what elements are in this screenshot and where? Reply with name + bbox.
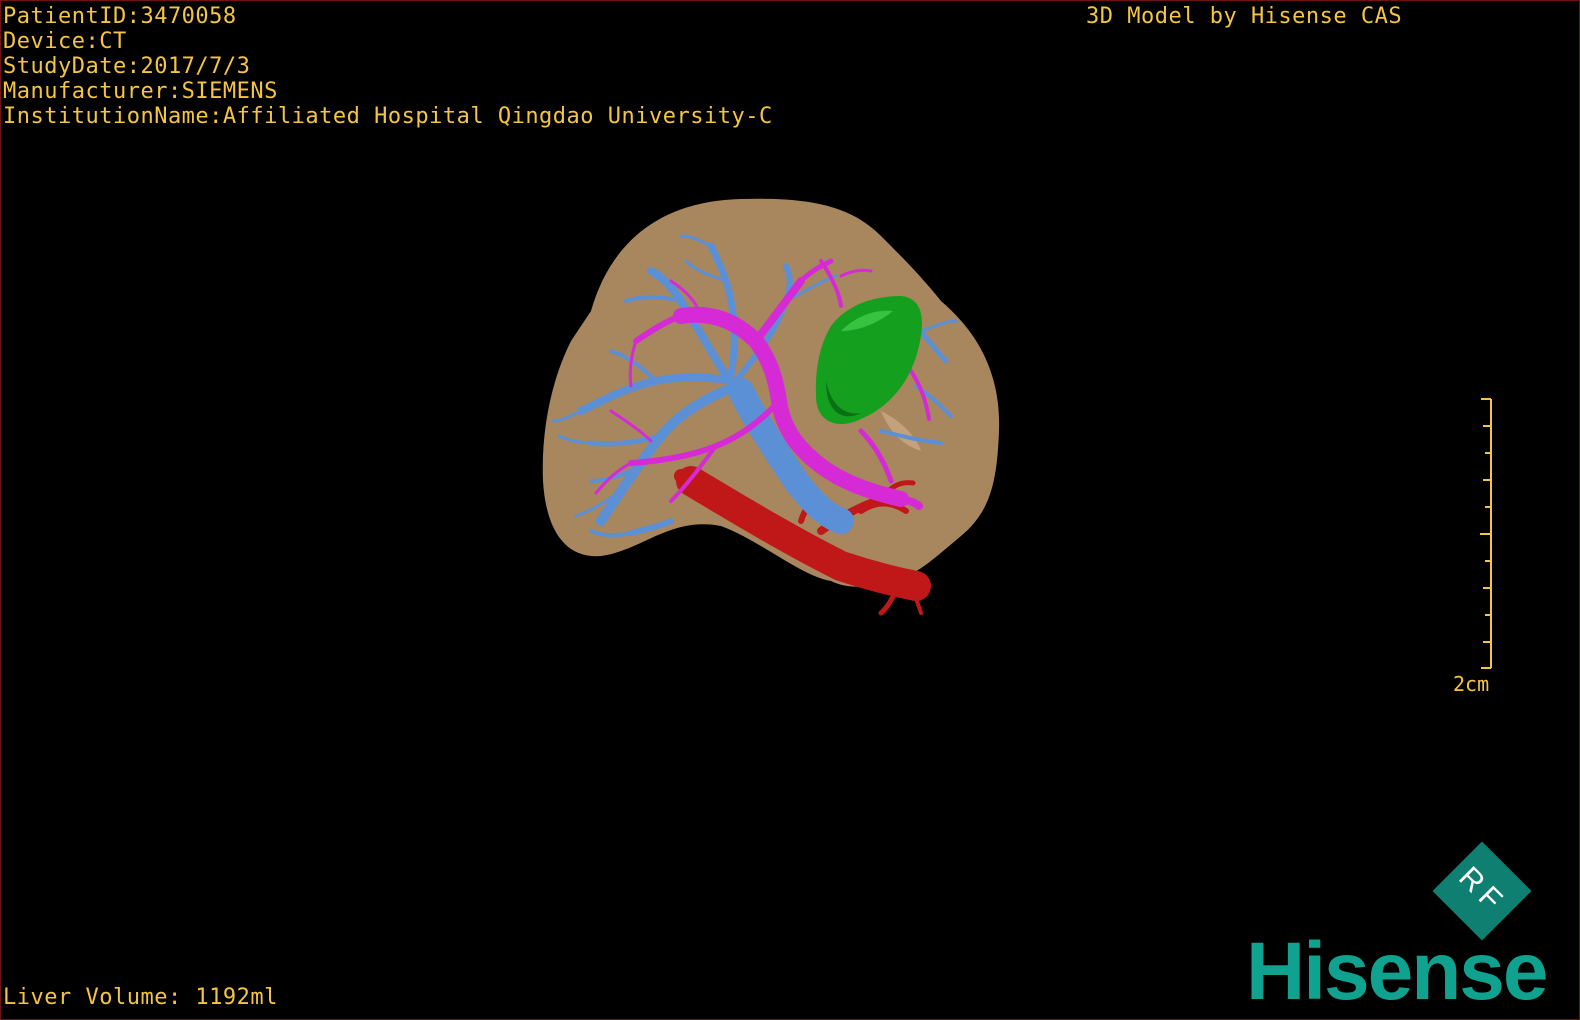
study-date: StudyDate:2017/7/3: [3, 54, 251, 79]
manufacturer: Manufacturer:SIEMENS: [3, 79, 278, 104]
liver-3d-model[interactable]: [521, 181, 1041, 631]
scale-label: 2cm: [1453, 672, 1490, 696]
scale-ruler-icon: [1480, 398, 1492, 669]
hisense-logo: Hisense: [1246, 926, 1549, 1017]
model-credit: 3D Model by Hisense CAS: [1086, 4, 1403, 29]
3d-viewport[interactable]: PatientID:3470058 Device:CT StudyDate:20…: [0, 0, 1580, 1020]
study-info: PatientID:3470058 Device:CT StudyDate:20…: [3, 4, 773, 129]
institution-name: InstitutionName:Affiliated Hospital Qing…: [3, 104, 773, 129]
device: Device:CT: [3, 29, 127, 54]
patient-id: PatientID:3470058: [3, 4, 237, 29]
liver-volume: Liver Volume: 1192ml: [3, 985, 278, 1010]
